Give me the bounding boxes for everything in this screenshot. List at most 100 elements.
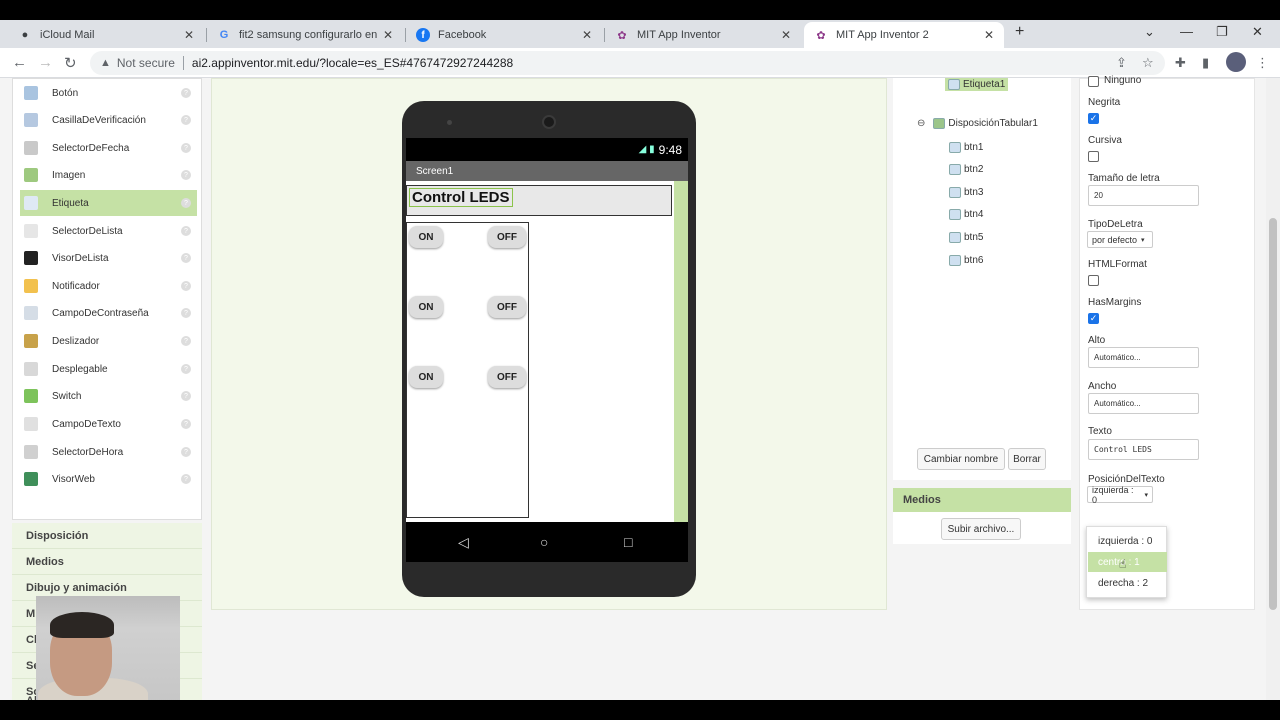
help-icon[interactable]: ? — [181, 198, 191, 208]
palette-item-selectordefecha[interactable]: SelectorDeFecha? — [20, 135, 197, 161]
palette-category[interactable]: Disposición — [12, 523, 202, 549]
close-tab-icon[interactable]: ✕ — [582, 28, 592, 42]
tree-item-btn5[interactable]: btn5 — [949, 232, 983, 243]
tab-search-icon[interactable]: ⌄ — [1144, 24, 1155, 40]
scrollbar-thumb[interactable] — [1269, 218, 1277, 610]
new-tab-icon[interactable]: + — [1015, 23, 1024, 41]
delete-button[interactable]: Borrar — [1008, 448, 1046, 470]
tab-icloud[interactable]: ● iCloud Mail ✕ — [8, 22, 204, 48]
help-icon[interactable]: ? — [181, 115, 191, 125]
help-icon[interactable]: ? — [181, 253, 191, 263]
help-icon[interactable]: ? — [181, 281, 191, 291]
palette-item-imagen[interactable]: Imagen? — [20, 162, 197, 188]
help-icon[interactable]: ? — [181, 226, 191, 236]
tab-facebook[interactable]: f Facebook ✕ — [406, 22, 602, 48]
palette-item-deslizador[interactable]: Deslizador? — [20, 328, 197, 354]
tab-google-search[interactable]: G fit2 samsung configurarlo en un ✕ — [207, 22, 403, 48]
help-icon[interactable]: ? — [181, 170, 191, 180]
html-format-checkbox[interactable] — [1088, 275, 1099, 286]
palette-item-campodetexto[interactable]: CampoDeTexto? — [20, 411, 197, 437]
address-bar[interactable]: ▲ Not secure ai2.appinventor.mit.edu/?lo… — [90, 51, 1165, 75]
help-icon[interactable]: ? — [181, 143, 191, 153]
cursiva-checkbox[interactable] — [1088, 151, 1099, 162]
upload-file-button[interactable]: Subir archivo... — [941, 518, 1021, 540]
phone-mockup: ◢ ▮ 9:48 Screen1 Control LEDS ON OFF ON — [402, 101, 696, 597]
ancho-input[interactable]: Automático... — [1088, 393, 1199, 414]
profile-avatar-icon[interactable] — [1226, 52, 1246, 72]
help-icon[interactable]: ? — [181, 88, 191, 98]
button-icon — [949, 142, 961, 153]
has-margins-checkbox[interactable]: ✓ — [1088, 313, 1099, 324]
tree-item-label: btn6 — [964, 255, 984, 266]
checkbox-truncated[interactable] — [1088, 76, 1099, 87]
tab-app-inventor-2[interactable]: ✿ MIT App Inventor 2 ✕ — [804, 22, 1004, 48]
close-tab-icon[interactable]: ✕ — [781, 28, 791, 42]
close-tab-icon[interactable]: ✕ — [184, 28, 194, 42]
palette-item-visordelista[interactable]: VisorDeLista? — [20, 245, 197, 271]
palette-item-campodecontraseña[interactable]: CampoDeContraseña? — [20, 300, 197, 326]
font-type-select[interactable]: por defecto ▾ — [1087, 231, 1153, 248]
palette-item-label: Notificador — [52, 280, 100, 292]
minimize-icon[interactable]: — — [1180, 24, 1193, 39]
tree-item-btn1[interactable]: btn1 — [949, 142, 983, 153]
font-size-input[interactable]: 20 — [1088, 185, 1199, 206]
help-icon[interactable]: ? — [181, 447, 191, 457]
palette-item-selectordelista[interactable]: SelectorDeLista? — [20, 218, 197, 244]
extensions-icon[interactable]: ✚ — [1175, 55, 1186, 71]
alto-input[interactable]: Automático... — [1088, 347, 1199, 368]
btn1-on-button[interactable]: ON — [409, 226, 443, 248]
palette-category[interactable]: Medios — [12, 549, 202, 575]
help-icon[interactable]: ? — [181, 336, 191, 346]
reload-icon[interactable]: ↻ — [64, 54, 77, 72]
btn3-on-button[interactable]: ON — [409, 296, 443, 318]
help-icon[interactable]: ? — [181, 474, 191, 484]
help-icon[interactable]: ? — [181, 391, 191, 401]
dropdown-option-derecha[interactable]: derecha : 2 — [1088, 573, 1167, 593]
dropdown-option-izquierda[interactable]: izquierda : 0 — [1088, 531, 1167, 551]
close-tab-icon[interactable]: ✕ — [383, 28, 393, 42]
table-arrangement[interactable]: ON OFF ON OFF ON OFF — [406, 222, 529, 518]
palette-item-visorweb[interactable]: VisorWeb? — [20, 466, 197, 492]
rename-button[interactable]: Cambiar nombre — [917, 448, 1005, 470]
maximize-icon[interactable]: ❐ — [1216, 24, 1228, 40]
btn2-off-button[interactable]: OFF — [488, 226, 526, 248]
btn5-on-button[interactable]: ON — [409, 366, 443, 388]
text-position-select[interactable]: izquierda : 0 ▾ — [1087, 485, 1153, 505]
close-window-icon[interactable]: ✕ — [1252, 24, 1263, 40]
phone-nav-bar: ◁ ○ □ — [406, 522, 688, 562]
palette-item-botón[interactable]: Botón? — [20, 80, 197, 106]
label-component[interactable]: Control LEDS — [406, 185, 672, 216]
help-icon[interactable]: ? — [181, 308, 191, 318]
btn4-off-button[interactable]: OFF — [488, 296, 526, 318]
tree-item-btn4[interactable]: btn4 — [949, 209, 983, 220]
help-icon[interactable]: ? — [181, 364, 191, 374]
palette-item-selectordehora[interactable]: SelectorDeHora? — [20, 439, 197, 465]
forward-icon[interactable]: → — [38, 54, 53, 71]
app-inventor-icon: ✿ — [617, 29, 627, 42]
star-icon[interactable]: ☆ — [1142, 55, 1154, 71]
negrita-checkbox[interactable]: ✓ — [1088, 113, 1099, 124]
help-icon[interactable]: ? — [181, 419, 191, 429]
clock-icon — [24, 445, 38, 459]
close-tab-icon[interactable]: ✕ — [984, 28, 994, 42]
share-icon[interactable]: ⇪ — [1116, 55, 1127, 71]
collapse-icon[interactable]: ⊖ — [917, 118, 925, 129]
tree-item-btn6[interactable]: btn6 — [949, 255, 983, 266]
tab-app-inventor[interactable]: ✿ MIT App Inventor ✕ — [605, 22, 801, 48]
menu-icon[interactable]: ⋮ — [1256, 55, 1269, 71]
btn6-off-button[interactable]: OFF — [488, 366, 526, 388]
palette-item-etiqueta[interactable]: Etiqueta? — [20, 190, 197, 216]
palette-item-switch[interactable]: Switch? — [20, 383, 197, 409]
side-panel-icon[interactable]: ▮ — [1202, 55, 1209, 71]
palette-item-desplegable[interactable]: Desplegable? — [20, 356, 197, 382]
palette-item-casilladeverificación[interactable]: CasillaDeVerificación? — [20, 107, 197, 133]
tree-item-btn2[interactable]: btn2 — [949, 164, 983, 175]
tree-item-btn3[interactable]: btn3 — [949, 187, 983, 198]
texto-input[interactable]: Control LEDS — [1088, 439, 1199, 460]
back-icon[interactable]: ← — [12, 54, 27, 71]
tree-item-disposicion-tabular1[interactable]: ⊖ DisposiciónTabular1 — [917, 118, 1038, 129]
page-scrollbar[interactable] — [1266, 78, 1280, 700]
dropdown-option-centro[interactable]: centro : 1 — [1088, 552, 1167, 572]
tree-item-etiqueta1[interactable]: Etiqueta1 — [945, 78, 1009, 91]
palette-item-notificador[interactable]: Notificador? — [20, 273, 197, 299]
